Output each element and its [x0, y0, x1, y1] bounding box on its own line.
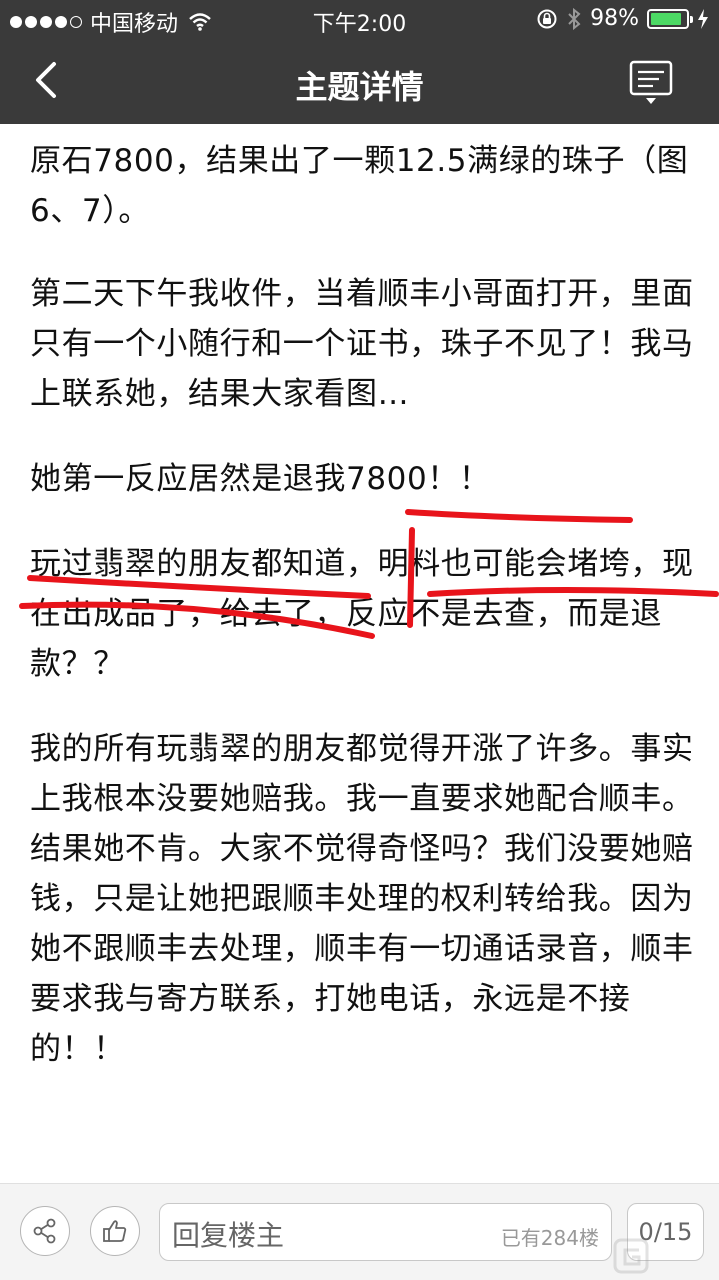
charging-icon [698, 8, 708, 29]
reply-placeholder: 回复楼主 [172, 1219, 285, 1252]
like-icon [103, 1220, 127, 1242]
page-title: 主题详情 [295, 68, 424, 106]
post-paragraph: 第二天下午我收件，当着顺丰小哥面打开，里面只有一个小随行和一个证书，珠子不见了！… [30, 276, 694, 412]
post-paragraph: 原石7800，结果出了一颗12.5满绿的珠子（图6、7）。 [30, 143, 689, 229]
reply-count: 已有284楼 [500, 1226, 599, 1250]
share-icon [33, 1218, 56, 1244]
battery-icon [647, 8, 693, 29]
status-bar: 中国移动 下午2:00 98% [0, 0, 719, 38]
post-paragraph: 玩过翡翠的朋友都知道，明料也可能会堵垮，现在出成品了，给去了，反应不是去查，而是… [30, 546, 694, 682]
post-body: 原石7800，结果出了一颗12.5满绿的珠子（图6、7）。 第二天下午我收件，当… [30, 124, 700, 1109]
bottom-toolbar: 回复楼主 已有284楼 0/15 [0, 1183, 719, 1280]
battery-percent: 98% [590, 6, 639, 31]
post-paragraph: 她第一反应居然是退我7800！！ [30, 461, 491, 497]
watermark-logo [613, 1238, 649, 1274]
reply-input[interactable]: 回复楼主 已有284楼 [159, 1203, 612, 1261]
like-button[interactable] [90, 1206, 140, 1256]
share-button[interactable] [20, 1206, 70, 1256]
post-paragraph: 我的所有玩翡翠的朋友都觉得开涨了许多。事实上我根本没要她赔我。我一直要求她配合顺… [30, 731, 694, 1067]
message-menu-icon[interactable] [629, 60, 673, 106]
rotation-lock-icon [537, 9, 557, 28]
bluetooth-icon [568, 7, 581, 30]
nav-bar: 主题详情 [0, 38, 719, 124]
